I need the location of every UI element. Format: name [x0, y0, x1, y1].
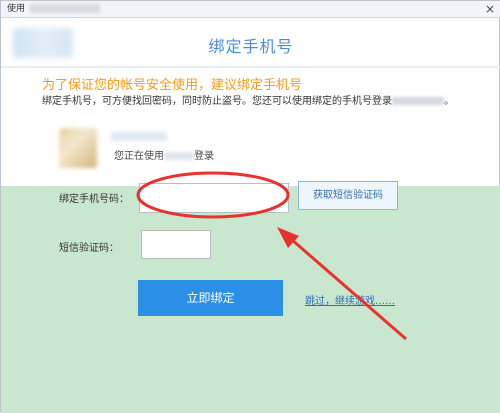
- dialog-title: 绑定手机号: [208, 37, 294, 56]
- login-status: 您正在使用 登录: [114, 147, 214, 162]
- close-icon[interactable]: ×: [485, 2, 495, 16]
- blurred-username: [111, 132, 167, 141]
- notice-description: 绑定手机号，可方便找回密码，同时防止盗号。您还可以使用绑定的手机号登录 。: [42, 92, 454, 107]
- window-title: 使用: [7, 4, 26, 14]
- dialog-header: 绑定手机号: [1, 18, 500, 68]
- sms-code-input[interactable]: [141, 230, 211, 259]
- sms-code-label: 短信验证码：: [59, 243, 119, 254]
- login-status-prefix: 您正在使用: [114, 151, 164, 162]
- phone-label: 绑定手机号码：: [59, 194, 129, 205]
- bind-now-button[interactable]: 立即绑定: [138, 280, 283, 316]
- bind-phone-dialog: 使用 × 绑定手机号 为了保证您的帐号安全使用，建议绑定手机号 绑定手机号，可方…: [0, 0, 500, 413]
- skip-link[interactable]: 跳过，继续游戏……: [305, 292, 395, 307]
- blurred-text: [392, 97, 444, 105]
- notice-title: 为了保证您的帐号安全使用，建议绑定手机号: [42, 78, 303, 93]
- login-status-suffix: 登录: [194, 151, 214, 162]
- notice-desc-text: 绑定手机号，可方便找回密码，同时防止盗号。您还可以使用绑定的手机号登录: [42, 96, 392, 107]
- notice-desc-suffix: 。: [444, 96, 454, 107]
- blurred-text: [164, 152, 194, 160]
- blurred-text: [29, 4, 100, 13]
- phone-input[interactable]: [139, 183, 289, 213]
- avatar: [59, 128, 97, 168]
- get-sms-code-button[interactable]: 获取短信验证码: [298, 181, 398, 210]
- window-titlebar: 使用 ×: [1, 1, 500, 18]
